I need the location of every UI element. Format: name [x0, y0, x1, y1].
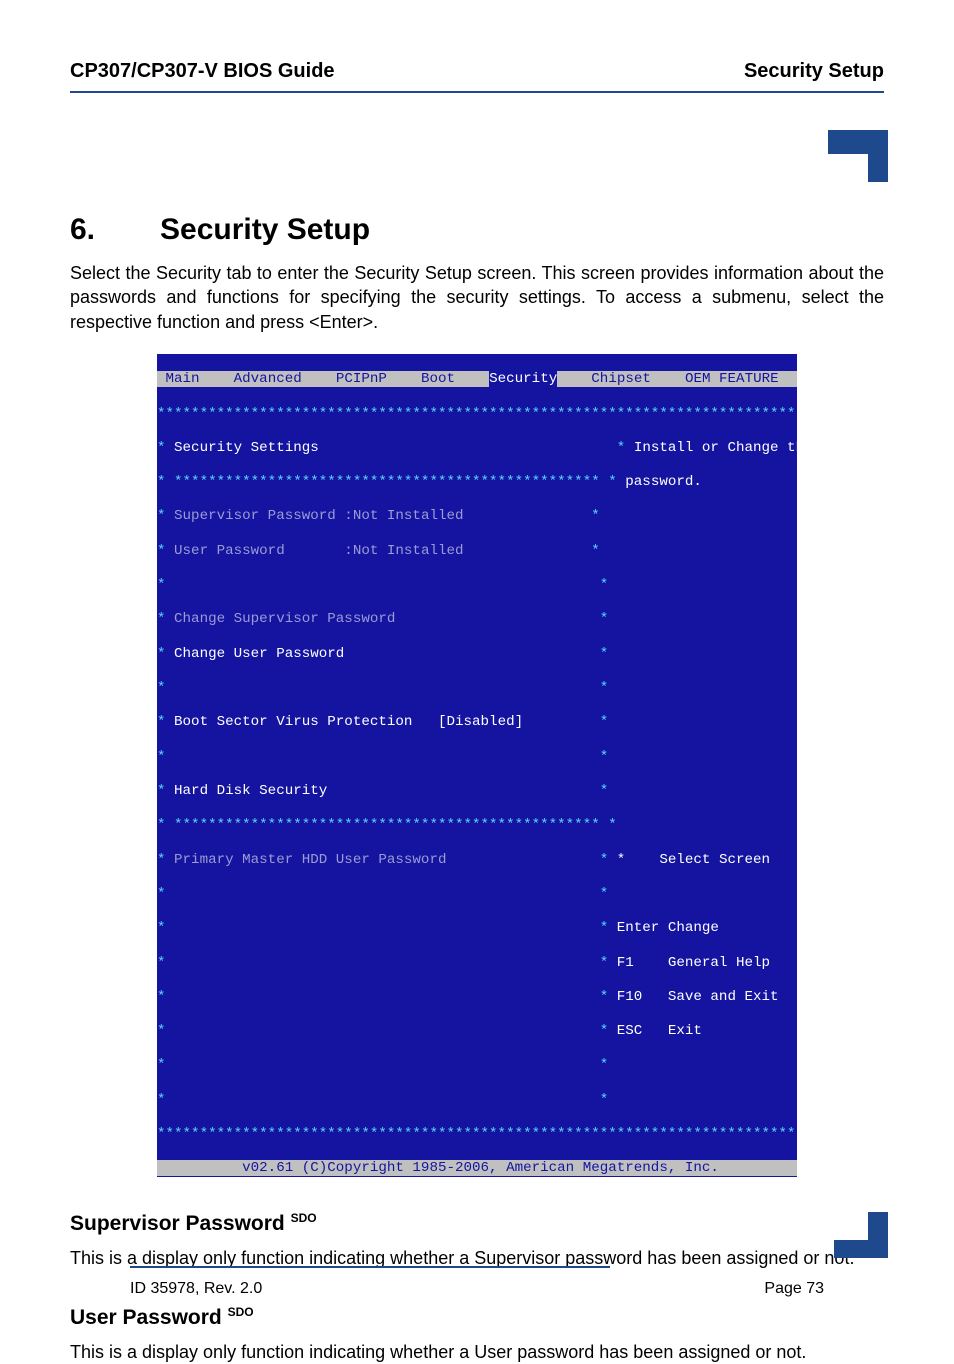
help-line-1: Install or Change the	[634, 440, 797, 456]
subheading-user: User Password SDO	[70, 1305, 884, 1330]
help-enter-key: Enter	[617, 920, 660, 936]
doc-title-left: CP307/CP307-V BIOS Guide	[70, 60, 335, 83]
help-esc-label: Exit	[668, 1023, 702, 1039]
supervisor-password-label: Supervisor Password :	[174, 508, 353, 524]
user-password-label: User Password :	[174, 543, 353, 559]
primary-master-item[interactable]: Primary Master HDD User Password	[174, 852, 446, 868]
user-password-value: Not Installed	[353, 543, 464, 559]
header-rule	[70, 91, 884, 93]
boot-sector-value: [Disabled]	[438, 714, 523, 730]
sdo-badge-2: SDO	[228, 1305, 254, 1319]
tab-boot[interactable]: Boot	[421, 371, 455, 387]
doc-title-right: Security Setup	[744, 60, 884, 83]
help-line-2: password.	[625, 474, 702, 490]
section-intro: Select the Security tab to enter the Sec…	[70, 261, 884, 334]
help-enter-label: Change	[668, 920, 719, 936]
hard-disk-security-heading: Hard Disk Security	[174, 783, 327, 799]
subheading-supervisor: Supervisor Password SDO	[70, 1211, 884, 1236]
border-stars: ****************************************…	[157, 406, 797, 422]
user-body: This is a display only function indicati…	[70, 1340, 884, 1364]
bios-screenshot: Main Advanced PCIPnP Boot Security Chips…	[157, 354, 797, 1178]
help-f10-key: F10	[617, 989, 643, 1005]
section-title: Security Setup	[160, 213, 370, 246]
subheading-user-text: User Password	[70, 1306, 228, 1329]
section-heading: 6.Security Setup	[70, 213, 884, 247]
help-f1-label: General Help	[668, 955, 770, 971]
boot-sector-item[interactable]: Boot Sector Virus Protection	[174, 714, 412, 730]
tab-main[interactable]: Main	[166, 371, 200, 387]
tab-pcipnp[interactable]: PCIPnP	[336, 371, 387, 387]
tab-chipset[interactable]: Chipset	[591, 371, 651, 387]
select-screen-arrow: *	[617, 852, 626, 868]
footer-rule	[130, 1266, 610, 1268]
section-number: 6.	[70, 213, 160, 247]
tab-advanced[interactable]: Advanced	[234, 371, 302, 387]
footer-page: Page 73	[764, 1280, 824, 1298]
tab-oem[interactable]: OEM FEATURE	[685, 371, 779, 387]
help-select-screen: Select Screen	[659, 852, 770, 868]
change-user-password-item[interactable]: Change User Password	[174, 646, 344, 662]
supervisor-password-value: Not Installed	[353, 508, 464, 524]
sdo-badge-1: SDO	[291, 1211, 317, 1225]
security-settings-heading: Security Settings	[174, 440, 319, 456]
footer-id: ID 35978, Rev. 2.0	[130, 1280, 262, 1298]
border-stars-bottom: ****************************************…	[157, 1126, 797, 1142]
help-f1-key: F1	[617, 955, 634, 971]
divider-stars-2: ****************************************…	[174, 817, 600, 833]
change-supervisor-password-item[interactable]: Change Supervisor Password	[174, 611, 395, 627]
tab-security[interactable]: Security	[489, 371, 557, 387]
brand-corner-icon	[828, 130, 888, 182]
divider-stars: ****************************************…	[174, 474, 600, 490]
help-esc-key: ESC	[617, 1023, 643, 1039]
help-f10-label: Save and Exit	[668, 989, 779, 1005]
subheading-supervisor-text: Supervisor Password	[70, 1212, 291, 1235]
footer-corner-icon	[834, 1212, 888, 1258]
bios-footer: v02.61 (C)Copyright 1985-2006, American …	[242, 1160, 719, 1176]
